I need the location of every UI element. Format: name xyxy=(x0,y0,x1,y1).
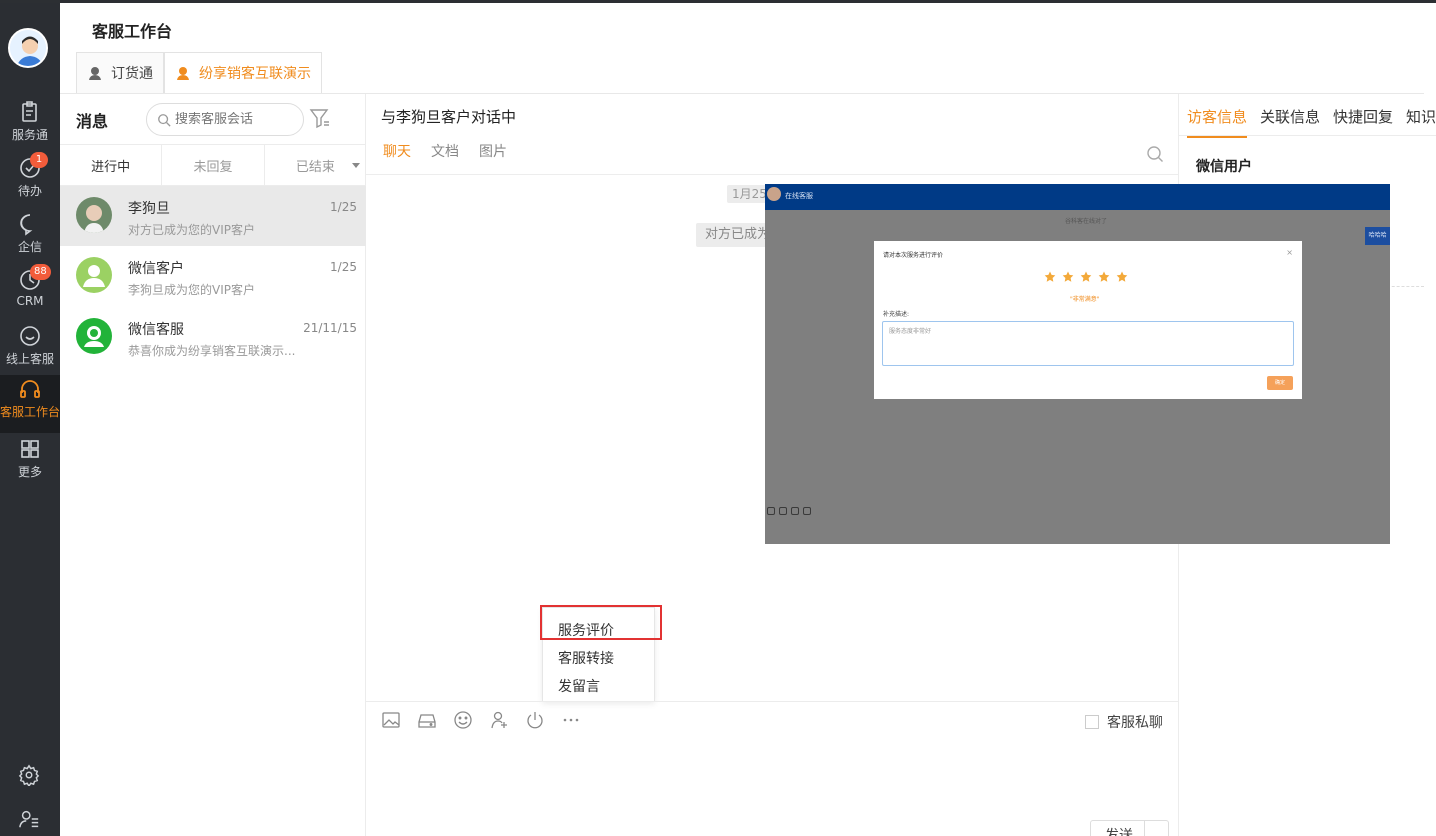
preview-toolbar xyxy=(767,507,811,515)
settings-icon[interactable] xyxy=(18,764,40,786)
chat-tabs: 聊天 文档 图片 xyxy=(383,141,507,161)
confirm-button: 确定 xyxy=(1267,376,1293,390)
header-tabs: 订货通 纷享销客互联演示 xyxy=(76,52,322,93)
system-message: 对方已成为 xyxy=(696,223,776,247)
preview-header: 在线客服 xyxy=(765,184,1390,210)
emoji-icon[interactable] xyxy=(453,710,473,730)
headset-icon xyxy=(20,380,40,398)
right-tabs: 访客信息 关联信息 快捷回复 知识库 xyxy=(1187,106,1436,138)
drive-icon[interactable] xyxy=(417,710,437,730)
attach-icon xyxy=(791,507,799,515)
tab-dinghuotong[interactable]: 订货通 xyxy=(76,52,164,93)
right-divider xyxy=(1179,135,1436,136)
rating-comment: 服务态度非常好 xyxy=(882,321,1294,366)
avatar xyxy=(76,197,112,233)
search-input[interactable] xyxy=(175,112,295,127)
conversation-item[interactable]: 微信客服 21/11/15 恭喜你成为纷享销客互联演示... xyxy=(60,307,366,367)
close-icon: × xyxy=(1286,248,1293,257)
star-icon xyxy=(1044,271,1056,282)
star-icon xyxy=(1098,271,1110,282)
user-headset-icon xyxy=(89,67,101,80)
tab-knowledge-base[interactable]: 知识库 xyxy=(1406,106,1436,138)
avatar xyxy=(767,187,781,201)
filter-in-progress[interactable]: 进行中 xyxy=(60,145,163,185)
chat-title: 与李狗旦客户对话中 xyxy=(381,108,517,126)
nav-item-crm[interactable]: 88 CRM xyxy=(0,264,60,322)
image-icon[interactable] xyxy=(381,710,401,730)
avatar xyxy=(76,257,112,293)
tab-quick-reply[interactable]: 快捷回复 xyxy=(1333,106,1393,138)
message-column: 消息 进行中 未回复 已结束 李狗旦 1/25 对方已成为您的VIP客户 微信客… xyxy=(60,94,366,836)
nav-item-more[interactable]: 更多 xyxy=(0,435,60,491)
grid-icon xyxy=(21,440,39,458)
search-icon xyxy=(158,113,171,127)
user-headset-icon xyxy=(177,67,189,80)
user-type: 微信用户 xyxy=(1196,159,1252,175)
star-icon xyxy=(1080,271,1092,282)
menu-item-leave-message[interactable]: 发留言 xyxy=(558,676,600,696)
nav-item-todo[interactable]: 1 待办 xyxy=(0,152,60,210)
online-service-icon xyxy=(20,326,40,346)
menu-item-transfer[interactable]: 客服转接 xyxy=(558,648,614,668)
chat-search-icon[interactable] xyxy=(1146,145,1164,163)
left-nav: 服务通 1 待办 企信 88 CRM 线上客服 客服工作台 更多 xyxy=(0,3,60,836)
conversation-filter-tabs: 进行中 未回复 已结束 xyxy=(60,144,366,186)
nav-item-service[interactable]: 服务通 xyxy=(0,98,60,154)
chat-bubble-icon xyxy=(20,214,33,236)
tab-related-info[interactable]: 关联信息 xyxy=(1260,106,1320,138)
heart-icon xyxy=(803,507,811,515)
tab-visitor-info[interactable]: 访客信息 xyxy=(1187,106,1248,138)
chevron-down-icon xyxy=(351,163,360,168)
image-icon xyxy=(779,507,787,515)
filter-icon[interactable] xyxy=(308,106,332,130)
filter-ended[interactable]: 已结束 xyxy=(265,145,366,185)
clipboard-icon xyxy=(22,101,37,122)
toolbar-divider xyxy=(366,701,1178,702)
avatar xyxy=(76,318,112,354)
nav-item-workbench[interactable]: 客服工作台 xyxy=(0,375,60,433)
power-icon[interactable] xyxy=(525,710,545,730)
checkbox[interactable] xyxy=(1085,715,1099,729)
send-button[interactable]: 发送 xyxy=(1090,820,1169,836)
search-box[interactable] xyxy=(146,103,304,136)
conversation-item[interactable]: 微信客户 1/25 李狗旦成为您的VIP客户 xyxy=(60,246,366,306)
top-strip xyxy=(0,0,1436,3)
user-avatar[interactable] xyxy=(8,28,48,68)
rating-stars xyxy=(1044,271,1128,283)
rating-dialog: 请对本次服务进行评价 × "非常满意" 补充描述: 服务态度非常好 确定 xyxy=(874,241,1302,399)
star-icon xyxy=(1116,271,1128,282)
preview-blue-button: 哈哈哈 xyxy=(1365,227,1390,245)
private-chat-checkbox[interactable]: 客服私聊 xyxy=(1085,712,1163,732)
tab-documents[interactable]: 文档 xyxy=(431,141,459,161)
nav-item-online-service[interactable]: 线上客服 xyxy=(0,322,60,378)
user-add-icon[interactable] xyxy=(489,710,509,730)
tab-images[interactable]: 图片 xyxy=(479,141,507,161)
nav-item-qixin[interactable]: 企信 xyxy=(0,210,60,266)
user-list-icon[interactable] xyxy=(18,808,40,830)
star-icon xyxy=(1062,271,1074,282)
chat-divider xyxy=(366,174,1178,175)
crm-badge: 88 xyxy=(30,264,51,280)
send-options-dropdown[interactable] xyxy=(1144,821,1168,836)
conversation-item[interactable]: 李狗旦 1/25 对方已成为您的VIP客户 xyxy=(60,186,366,246)
todo-badge: 1 xyxy=(30,152,48,168)
input-toolbar xyxy=(381,710,581,730)
filter-unreplied[interactable]: 未回复 xyxy=(162,145,265,185)
tab-fenxiang-demo[interactable]: 纷享销客互联演示 xyxy=(164,52,322,93)
rating-preview-screenshot: 在线客服 谷科客在线对了 哈哈哈 请对本次服务进行评价 × "非常满意" 补充描… xyxy=(765,184,1390,544)
messages-title: 消息 xyxy=(76,112,109,131)
emoji-icon xyxy=(767,507,775,515)
page-title: 客服工作台 xyxy=(92,22,173,41)
more-icon[interactable] xyxy=(561,710,581,730)
tab-chat[interactable]: 聊天 xyxy=(383,141,411,161)
highlight-box xyxy=(540,605,662,640)
